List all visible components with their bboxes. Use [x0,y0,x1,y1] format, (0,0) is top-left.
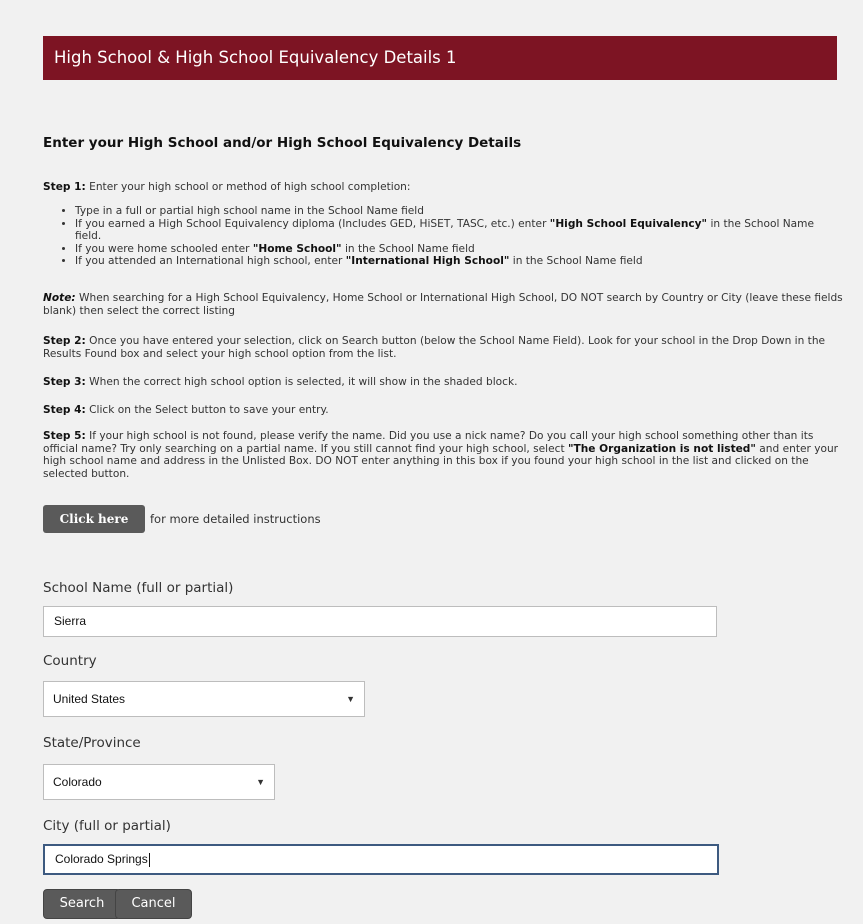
step2-text: Once you have entered your selection, cl… [43,335,826,360]
step2-paragraph: Step 2: Once you have entered your selec… [43,335,843,360]
note-label: Note: [43,292,76,304]
city-label: City (full or partial) [43,818,171,834]
state-province-label: State/Province [43,735,141,751]
instruction-bullets: Type in a full or partial high school na… [43,205,843,268]
note-text: When searching for a High School Equival… [43,292,843,317]
chevron-down-icon: ▼ [256,777,265,787]
bullet-item: If you earned a High School Equivalency … [75,218,843,243]
step5-label: Step 5: [43,430,86,442]
note-paragraph: Note: When searching for a High School E… [43,292,843,317]
step1-text: Enter your high school or method of high… [89,181,411,193]
text-cursor [148,852,150,867]
step3-paragraph: Step 3: When the correct high school opt… [43,376,843,389]
step5-bold: "The Organization is not listed" [567,442,756,455]
city-input[interactable]: Colorado Springs [43,844,719,875]
step4-text: Click on the Select button to save your … [89,404,329,416]
page-title-banner: High School & High School Equivalency De… [43,36,837,80]
cancel-button[interactable]: Cancel [115,889,192,919]
step5-paragraph: Step 5: If your high school is not found… [43,430,843,480]
school-name-label: School Name (full or partial) [43,580,234,596]
country-select[interactable]: United States ▼ [43,681,365,717]
detailed-instructions-button[interactable]: Click here [43,505,145,533]
step3-text: When the correct high school option is s… [89,376,518,388]
instructions-heading: Enter your High School and/or High Schoo… [43,135,522,151]
country-label: Country [43,653,97,669]
chevron-down-icon: ▼ [346,694,355,704]
school-name-input[interactable]: Sierra [43,606,717,637]
page-title: High School & High School Equivalency De… [54,48,457,67]
detailed-instructions-text: for more detailed instructions [150,512,321,526]
search-button[interactable]: Search [43,889,121,919]
step2-label: Step 2: [43,335,86,347]
bullet-item: Type in a full or partial high school na… [75,205,843,218]
step4-label: Step 4: [43,404,86,416]
step1-label: Step 1: [43,181,86,193]
state-province-select[interactable]: Colorado ▼ [43,764,275,800]
bullet-item: If you attended an International high sc… [75,255,843,268]
bullet-item: If you were home schooled enter "Home Sc… [75,243,843,256]
step1-paragraph: Step 1: Enter your high school or method… [43,181,843,194]
step4-paragraph: Step 4: Click on the Select button to sa… [43,404,843,417]
step3-label: Step 3: [43,376,86,388]
